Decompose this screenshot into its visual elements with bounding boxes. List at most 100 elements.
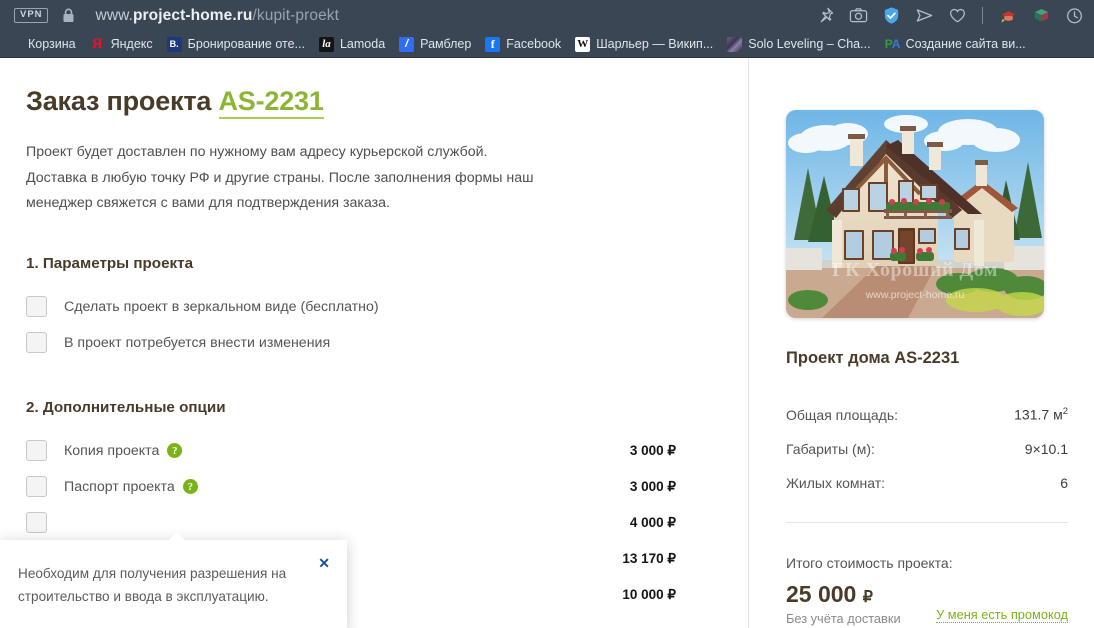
- section-1-title: 1. Параметры проекта: [26, 254, 194, 272]
- spec-row-dimensions: Габариты (м): 9×10.1: [786, 432, 1068, 466]
- page-content: Заказ проекта AS-2231 Проект будет доста…: [0, 58, 1094, 628]
- bookmark-wikipedia[interactable]: W Шарльер — Викип...: [568, 35, 720, 54]
- checkbox-changes[interactable]: [26, 332, 47, 353]
- bookmark-yandex[interactable]: Я Яндекс: [83, 35, 160, 54]
- option-row-mirror[interactable]: Сделать проект в зеркальном виде (беспла…: [26, 289, 748, 325]
- bookmark-label: Яндекс: [110, 37, 153, 51]
- bookmark-label: Корзина: [28, 37, 76, 51]
- bookmark-lamoda[interactable]: la Lamoda: [312, 35, 392, 54]
- spec-value-sup: 2: [1062, 406, 1068, 417]
- bookmark-korzina[interactable]: Корзина: [0, 35, 83, 54]
- page-title-text: Заказ проекта: [26, 86, 212, 116]
- project-title: Проект дома AS-2231: [786, 349, 960, 367]
- checkbox-mirror[interactable]: [26, 296, 47, 317]
- spec-value: 6: [1060, 474, 1068, 491]
- bookmark-label: Создание сайта ви...: [905, 37, 1026, 51]
- shield-check-icon[interactable]: [881, 6, 901, 26]
- spec-value: 9×10.1: [1024, 440, 1068, 457]
- cube-icon[interactable]: [1031, 6, 1051, 26]
- bookmark-label: Lamoda: [339, 37, 386, 51]
- basket-icon: [7, 37, 22, 52]
- total-price-block: 25 000 ₽ Без учёта доставки: [786, 582, 901, 627]
- url-text[interactable]: www.project-home.ru/kupit-proekt: [96, 7, 340, 25]
- bookmark-rambler[interactable]: / Рамблер: [392, 35, 478, 54]
- total-label: Итого стоимость проекта:: [786, 554, 953, 571]
- bookmark-label: Solo Leveling – Cha...: [748, 37, 871, 51]
- spec-value: 131.7 м2: [1014, 406, 1068, 423]
- help-icon[interactable]: ?: [182, 479, 198, 494]
- bookmarks-bar: Корзина Я Яндекс B. Бронирование оте... …: [0, 31, 1094, 58]
- help-icon[interactable]: ?: [167, 443, 183, 458]
- bookmark-pa[interactable]: PA Создание сайта ви...: [878, 35, 1033, 54]
- bookmark-solo-leveling[interactable]: Solo Leveling – Cha...: [720, 35, 877, 54]
- total-price: 25 000 ₽: [786, 582, 901, 607]
- booking-icon: B.: [166, 36, 182, 52]
- option-row-passport[interactable]: Паспорт проекта ? 3 000 ₽: [26, 469, 748, 505]
- bookmark-booking[interactable]: B. Бронирование оте...: [160, 35, 312, 54]
- tooltip-text: Необходим для получения разрешения на ст…: [18, 566, 287, 604]
- spec-label: Жилых комнат:: [786, 474, 886, 491]
- bookmark-label: Facebook: [506, 37, 562, 51]
- facebook-icon: f: [485, 36, 501, 52]
- spec-value-text: 131.7 м: [1014, 406, 1063, 423]
- bookmark-label: Рамблер: [420, 37, 472, 51]
- bookmark-facebook[interactable]: f Facebook: [478, 35, 568, 54]
- column-divider: [748, 58, 749, 628]
- option-row-3[interactable]: 4 000 ₽: [26, 505, 748, 541]
- help-tooltip: Необходим для получения разрешения на ст…: [0, 532, 347, 628]
- option-price: 3 000 ₽: [629, 442, 676, 458]
- vpn-badge[interactable]: VPN: [14, 8, 48, 23]
- project-summary-sidebar: ГК Хороший Дом www.project-home.ru Проек…: [748, 58, 1094, 628]
- option-row-changes[interactable]: В проект потребуется внести изменения: [26, 325, 748, 361]
- sidebar-divider: [786, 521, 1068, 523]
- hat-pencil-icon[interactable]: [998, 6, 1018, 26]
- wikipedia-icon: W: [575, 36, 591, 52]
- checkbox-option-3[interactable]: [26, 512, 47, 533]
- heart-icon[interactable]: [947, 6, 967, 26]
- checkbox-passport[interactable]: [26, 476, 47, 497]
- camera-icon[interactable]: [848, 6, 868, 26]
- browser-url-bar[interactable]: VPN www.project-home.ru/kupit-proekt: [0, 0, 1094, 31]
- pin-icon[interactable]: [815, 6, 835, 26]
- toolbar-separator: [982, 7, 983, 24]
- spec-row-area: Общая площадь: 131.7 м2: [786, 397, 1068, 432]
- url-path: /kupit-proekt: [252, 6, 340, 24]
- promo-code-link[interactable]: У меня есть промокод: [936, 607, 1068, 624]
- url-prefix: www.: [95, 6, 133, 24]
- browser-chrome: VPN www.project-home.ru/kupit-proekt Кор…: [0, 0, 1094, 58]
- option-label: Копия проекта: [64, 442, 160, 459]
- option-label: Паспорт проекта: [64, 478, 175, 495]
- tooltip-arrow: [168, 532, 186, 541]
- lock-icon: [62, 8, 75, 23]
- lamoda-icon: la: [318, 36, 334, 52]
- url-host: project-home.ru: [132, 6, 253, 24]
- clock-icon[interactable]: [1064, 6, 1084, 26]
- total-currency: ₽: [862, 588, 873, 606]
- bookmark-label: Бронирование оте...: [187, 37, 305, 51]
- spec-label: Общая площадь:: [786, 406, 899, 423]
- page-title: Заказ проекта AS-2231: [26, 86, 748, 119]
- option-price: 10 000 ₽: [622, 586, 676, 602]
- option-price: 3 000 ₽: [629, 478, 676, 494]
- option-price: 13 170 ₽: [622, 550, 676, 566]
- close-icon[interactable]: ✕: [318, 556, 330, 570]
- option-row-copy[interactable]: Копия проекта ? 3 000 ₽: [26, 433, 748, 469]
- rambler-icon: /: [399, 36, 415, 52]
- send-icon[interactable]: [914, 6, 934, 26]
- house-render-image[interactable]: ГК Хороший Дом www.project-home.ru: [786, 110, 1044, 318]
- spec-list: Общая площадь: 131.7 м2 Габариты (м): 9×…: [786, 397, 1068, 500]
- pa-icon: PA: [884, 37, 901, 51]
- spec-row-rooms: Жилых комнат: 6: [786, 466, 1068, 500]
- option-label: Сделать проект в зеркальном виде (беспла…: [64, 298, 379, 315]
- bookmark-label: Шарльер — Викип...: [596, 37, 714, 51]
- checkbox-copy[interactable]: [26, 440, 47, 461]
- option-price: 4 000 ₽: [629, 514, 676, 530]
- total-row: 25 000 ₽ Без учёта доставки У меня есть …: [786, 582, 1068, 627]
- house-illustration: [786, 110, 1044, 318]
- browser-toolbar-icons: [815, 6, 1086, 26]
- project-code-link[interactable]: AS-2231: [218, 86, 324, 119]
- intro-paragraph: Проект будет доставлен по нужному вам ад…: [26, 144, 534, 211]
- spec-label: Габариты (м):: [786, 440, 875, 457]
- total-price-value: 25 000: [786, 580, 857, 607]
- yandex-icon: Я: [91, 35, 103, 52]
